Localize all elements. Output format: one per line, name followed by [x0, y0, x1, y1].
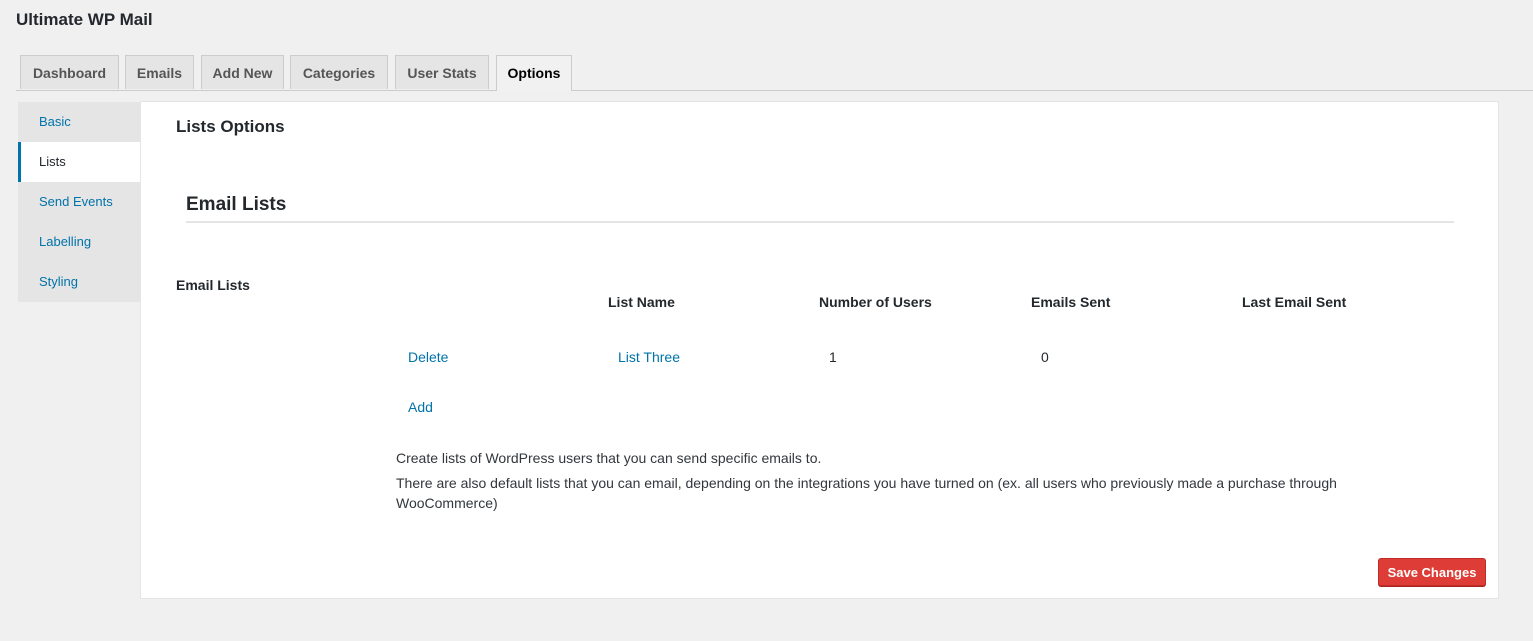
sidebar-item-send-events[interactable]: Send Events	[18, 182, 140, 222]
tab-dashboard[interactable]: Dashboard	[20, 55, 119, 89]
options-panel: Lists Options Email Lists Email Lists Li…	[140, 101, 1499, 599]
add-list-link[interactable]: Add	[408, 399, 433, 415]
list-name-link[interactable]: List Three	[618, 349, 680, 365]
header-list-name: List Name	[608, 294, 675, 310]
number-of-users-value: 1	[829, 349, 837, 365]
description-line-1: Create lists of WordPress users that you…	[396, 450, 822, 466]
description-line-2: There are also default lists that you ca…	[396, 475, 1337, 511]
tab-options[interactable]: Options	[496, 55, 572, 91]
emails-sent-value: 0	[1041, 349, 1049, 365]
options-sidebar: Basic Lists Send Events Labelling Stylin…	[18, 102, 140, 302]
email-lists-label: Email Lists	[176, 277, 250, 293]
nav-tabs: Dashboard Emails Add New Categories User…	[16, 55, 1533, 91]
app-title: Ultimate WP Mail	[16, 10, 153, 29]
section-divider	[186, 221, 1454, 223]
header-emails-sent: Emails Sent	[1031, 294, 1111, 310]
panel-title: Lists Options	[176, 117, 285, 136]
section-title: Email Lists	[186, 194, 287, 215]
sidebar-item-lists[interactable]: Lists	[18, 142, 140, 182]
sidebar-item-basic[interactable]: Basic	[18, 102, 140, 142]
save-changes-button[interactable]: Save Changes	[1378, 558, 1486, 586]
sidebar-item-labelling[interactable]: Labelling	[18, 222, 140, 262]
sidebar-item-styling[interactable]: Styling	[18, 262, 140, 302]
tab-add-new[interactable]: Add New	[201, 55, 284, 89]
tab-user-stats[interactable]: User Stats	[395, 55, 489, 89]
header-number-of-users: Number of Users	[819, 294, 932, 310]
header-last-email-sent: Last Email Sent	[1242, 294, 1347, 310]
tab-categories[interactable]: Categories	[290, 55, 388, 89]
delete-list-link[interactable]: Delete	[408, 349, 448, 365]
tab-emails[interactable]: Emails	[125, 55, 194, 89]
